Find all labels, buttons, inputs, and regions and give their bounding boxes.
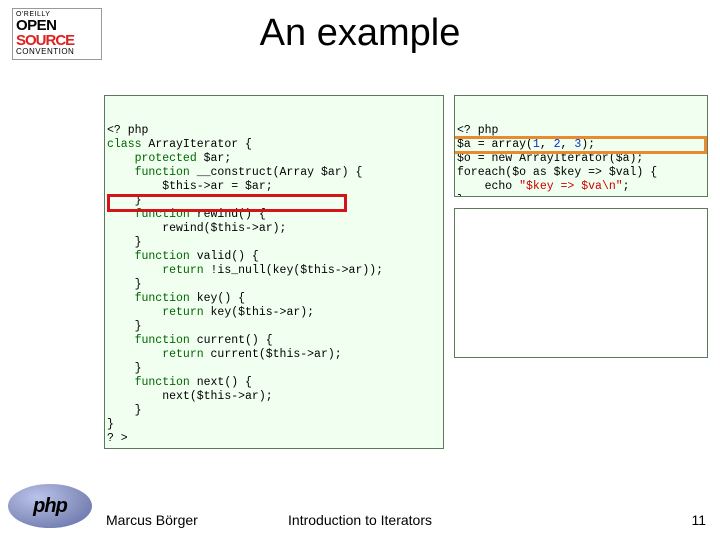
code: function [107, 292, 197, 305]
code: return [107, 348, 211, 361]
code: key() { [197, 292, 245, 305]
code: php [128, 124, 149, 137]
code: function [107, 376, 197, 389]
code: function [107, 166, 197, 179]
code: } [107, 236, 142, 249]
code: } [107, 278, 142, 291]
code: <? [457, 124, 478, 137]
slide: O'REILLY OPEN SOURCE CONVENTION An examp… [0, 0, 720, 540]
code: 1 [533, 138, 540, 151]
code: ? > [107, 432, 128, 445]
code: $this->ar = $ar; [107, 180, 273, 193]
code: } [107, 404, 142, 417]
footer-page-number: 11 [691, 512, 706, 528]
slide-title: An example [0, 12, 720, 55]
code: current($this->ar); [211, 348, 342, 361]
code: key($this->ar); [211, 306, 315, 319]
code: class [107, 138, 148, 151]
code: $o = new ArrayIterator($a); [457, 152, 643, 165]
code: protected [107, 152, 204, 165]
footer-center: Introduction to Iterators [0, 512, 720, 528]
code: } [107, 194, 142, 207]
code: function [107, 334, 197, 347]
code: foreach($o as $key => $val) { [457, 166, 657, 179]
code: 2 [554, 138, 561, 151]
code: next() { [197, 376, 252, 389]
code: current() { [197, 334, 273, 347]
code-right-content: <? php $a = array(1, 2, 3); $o = new Arr… [455, 124, 707, 197]
code: $ar; [204, 152, 232, 165]
code: ArrayIterator { [148, 138, 252, 151]
code: , [561, 138, 575, 151]
code: function [107, 208, 197, 221]
code: echo [457, 180, 519, 193]
code-box-right: <? php $a = array(1, 2, 3); $o = new Arr… [454, 95, 708, 197]
code: , [540, 138, 554, 151]
code: } [457, 194, 464, 197]
code: return [107, 306, 211, 319]
code: php [478, 124, 499, 137]
code: } [107, 362, 142, 375]
code: return [107, 264, 211, 277]
output-box-empty [454, 208, 708, 358]
code: $a = array( [457, 138, 533, 151]
code: <? [107, 124, 128, 137]
code-box-left: <? php class ArrayIterator { protected $… [104, 95, 444, 449]
code: !is_null(key($this->ar)); [211, 264, 384, 277]
code: function [107, 250, 197, 263]
code: ; [623, 180, 630, 193]
code: __construct(Array $ar) { [197, 166, 363, 179]
code: } [107, 320, 142, 333]
code: rewind($this->ar); [107, 222, 286, 235]
code: next($this->ar); [107, 390, 273, 403]
code: rewind() { [197, 208, 266, 221]
code: "$key => $va\n" [519, 180, 623, 193]
code: ); [581, 138, 595, 151]
code: valid() { [197, 250, 259, 263]
code: } [107, 418, 114, 431]
code-left-content: <? php class ArrayIterator { protected $… [105, 124, 443, 446]
